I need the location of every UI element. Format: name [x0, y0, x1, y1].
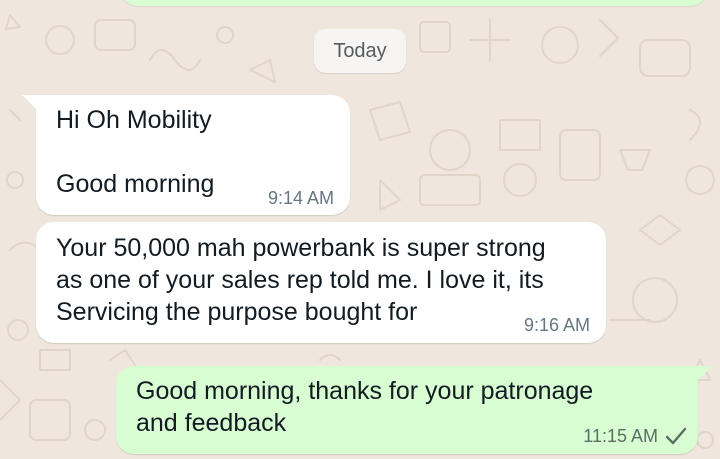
message-text: Hi Oh Mobility Good morning — [56, 106, 215, 198]
single-check-icon — [665, 427, 687, 445]
incoming-message-bubble[interactable]: Hi Oh Mobility Good morning 9:14 AM — [22, 95, 350, 215]
message-text: Your 50,000 mah powerbank is super stron… — [56, 234, 546, 326]
date-divider-label: Today — [333, 39, 387, 62]
incoming-message-bubble[interactable]: Your 50,000 mah powerbank is super stron… — [36, 222, 606, 343]
message-timestamp: 9:16 AM — [523, 315, 590, 335]
message-timestamp: 11:15 AM — [583, 426, 658, 446]
bubble-tail — [22, 95, 38, 111]
previous-message-bubble — [120, 0, 708, 6]
outgoing-message-bubble[interactable]: Good morning, thanks for your patronage … — [116, 366, 712, 454]
date-divider: Today — [314, 29, 406, 73]
message-timestamp: 9:14 AM — [267, 188, 334, 208]
message-text: Good morning, thanks for your patronage … — [136, 377, 594, 437]
bubble-tail — [696, 366, 712, 382]
